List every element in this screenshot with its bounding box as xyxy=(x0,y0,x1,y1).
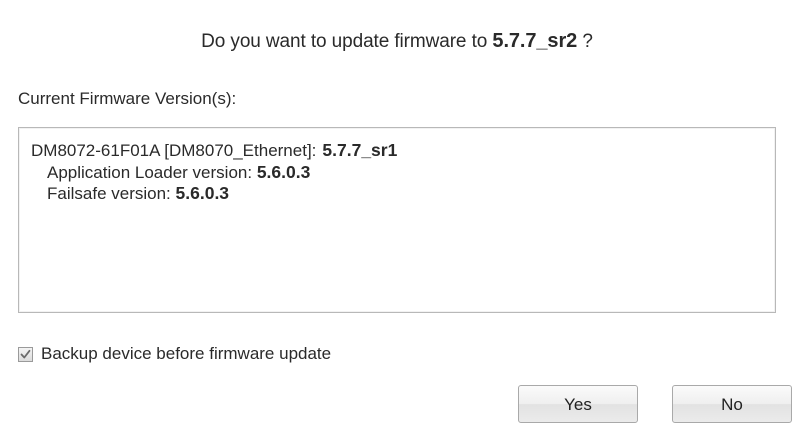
target-version: 5.7.7_sr2 xyxy=(492,30,578,52)
backup-option[interactable]: Backup device before firmware update xyxy=(18,344,331,364)
loader-version: 5.6.0.3 xyxy=(256,162,311,182)
failsafe-version-line: Failsafe version: 5.6.0.3 xyxy=(47,183,229,204)
question-suffix: ? xyxy=(582,31,593,52)
yes-button[interactable]: Yes xyxy=(518,385,638,423)
backup-checkbox[interactable] xyxy=(18,346,33,362)
update-question: Do you want to update firmware to 5.7.7_… xyxy=(0,30,794,53)
firmware-versions-box[interactable]: DM8072-61F01A [DM8070_Ethernet]: 5.7.7_sr… xyxy=(18,127,776,313)
question-prefix: Do you want to update firmware to xyxy=(201,31,488,52)
backup-label[interactable]: Backup device before firmware update xyxy=(41,344,331,364)
device-version: 5.7.7_sr1 xyxy=(322,140,398,160)
failsafe-label: Failsafe version: xyxy=(47,184,171,203)
checkmark-icon xyxy=(20,349,31,358)
no-button[interactable]: No xyxy=(672,385,792,423)
device-version-line: DM8072-61F01A [DM8070_Ethernet]: 5.7.7_sr… xyxy=(31,140,397,161)
failsafe-version: 5.6.0.3 xyxy=(175,183,230,203)
loader-version-line: Application Loader version: 5.6.0.3 xyxy=(47,162,310,183)
loader-label: Application Loader version: xyxy=(47,163,253,182)
current-firmware-label: Current Firmware Version(s): xyxy=(18,89,237,108)
device-name: DM8072-61F01A [DM8070_Ethernet]: xyxy=(31,141,317,160)
